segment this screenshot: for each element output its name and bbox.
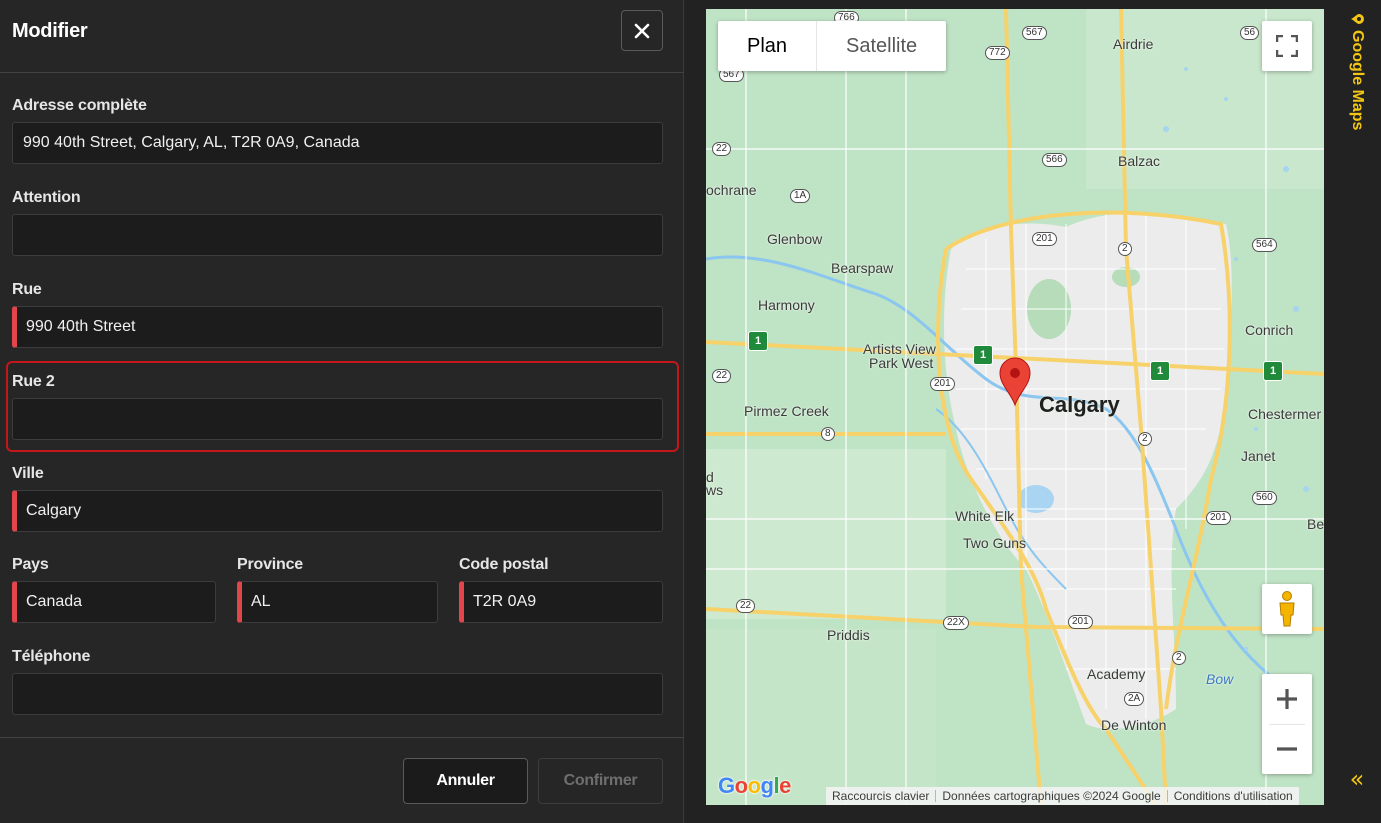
cancel-button[interactable]: Annuler [403,758,528,804]
place-label-airdrie: Airdrie [1113,36,1154,52]
full-address-input[interactable] [12,122,663,164]
highway-shield: 22 [736,599,756,613]
trans-canada-shield: 1 [748,331,768,351]
highway-shield: 2 [1138,432,1152,446]
trans-canada-shield: 1 [1150,361,1170,381]
country-label: Pays [12,556,49,573]
map-pin-icon [1351,14,1364,24]
place-label-ws: ws [706,482,724,498]
minus-icon [1277,747,1297,751]
dialog-title: Modifier [12,20,88,42]
province-label: Province [237,556,303,573]
highway-shield: 8 [821,427,835,441]
trans-canada-shield: 1 [1263,361,1283,381]
place-label-two-guns: Two Guns [963,535,1027,551]
highway-shield: 56 [1240,26,1260,40]
place-label-academy: Academy [1087,666,1146,682]
fullscreen-icon [1276,35,1298,57]
street-input[interactable] [12,306,663,348]
highway-shield: 566 [1042,153,1067,167]
zoom-in-button[interactable] [1262,674,1312,724]
place-label-pirmez-creek: Pirmez Creek [744,403,829,419]
street-view-pegman-button[interactable] [1262,584,1312,634]
highway-shield: 22X [943,616,969,630]
place-label-artists-view: Artists View [863,341,936,357]
google-maps-panel-title[interactable]: Google Maps [1344,12,1370,142]
pegman-icon [1279,591,1295,627]
place-label-cochrane: ochrane [706,182,757,198]
city-label: Ville [12,465,44,482]
postal-code-label: Code postal [459,556,549,573]
place-label-be: Be [1307,516,1324,532]
highway-shield: 2 [1172,651,1186,665]
close-button[interactable] [621,10,663,51]
collapse-panel-button[interactable]: « [1344,765,1370,795]
phone-label: Téléphone [12,648,91,665]
place-label-janet: Janet [1241,448,1276,464]
highway-shield: 2A [1124,692,1145,706]
plus-icon [1277,688,1297,709]
map-type-plan-button[interactable]: Plan [718,21,816,71]
place-label-balzac: Balzac [1118,153,1161,169]
attention-input[interactable] [12,214,663,256]
zoom-out-button[interactable] [1262,724,1312,774]
place-label-white-elk: White Elk [955,508,1015,524]
place-label-calgary: Calgary [1039,392,1120,417]
attention-label: Attention [12,189,81,206]
map-type-control: Plan Satellite [718,21,947,71]
place-label-conrich: Conrich [1245,322,1294,338]
dialog-header: Modifier [0,0,684,73]
full-address-label: Adresse complète [12,97,147,114]
highway-shield: 22 [712,369,732,383]
highway-shield: 201 [1032,232,1057,246]
place-label-priddis: Priddis [827,627,870,643]
highway-shield: 564 [1252,238,1277,252]
highway-shield: 772 [985,46,1010,60]
country-input[interactable] [12,581,216,623]
street2-label: Rue 2 [12,373,55,390]
map-type-satellite-button[interactable]: Satellite [816,21,946,71]
highway-shield: 1A [790,189,811,203]
google-maps-panel-label: Google Maps [1349,30,1366,131]
highway-shield: 2 [1118,242,1132,256]
confirm-button: Confirmer [538,758,663,804]
highway-shield: 201 [930,377,955,391]
zoom-control [1262,674,1312,774]
place-label-harmony: Harmony [758,297,815,313]
map-data-text: Données cartographiques ©2024 Google [942,789,1161,803]
edit-address-dialog: Modifier Adresse complète Attention Rue … [0,0,684,823]
highway-shield: 22 [712,142,732,156]
place-label-bearspaw: Bearspaw [831,260,894,276]
map-view[interactable]: Calgary Airdrie Balzac ochrane Glenbow B… [706,9,1324,805]
terms-of-use-link[interactable]: Conditions d'utilisation [1168,789,1299,803]
street-label: Rue [12,281,42,298]
close-icon [634,23,650,38]
place-label-de-winton: De Winton [1101,717,1167,733]
highway-shield: 201 [1068,615,1093,629]
place-label-glenbow: Glenbow [767,231,823,247]
street2-input[interactable] [12,398,663,440]
place-label-chestermere: Chestermer [1248,406,1322,422]
fullscreen-button[interactable] [1262,21,1312,71]
place-label-bow: Bow [1206,671,1234,687]
google-logo[interactable]: Google [718,773,791,799]
highway-shield: 201 [1206,511,1231,525]
postal-code-input[interactable] [459,581,663,623]
place-label-park-west: Park West [869,355,934,371]
phone-input[interactable] [12,673,663,715]
keyboard-shortcuts-link[interactable]: Raccourcis clavier [826,789,935,803]
city-input[interactable] [12,490,663,532]
highway-shield: 560 [1252,491,1277,505]
trans-canada-shield: 1 [973,345,993,365]
map-attribution: Raccourcis clavier Données cartographiqu… [826,787,1299,805]
highway-shield: 567 [1022,26,1047,40]
province-input[interactable] [237,581,438,623]
